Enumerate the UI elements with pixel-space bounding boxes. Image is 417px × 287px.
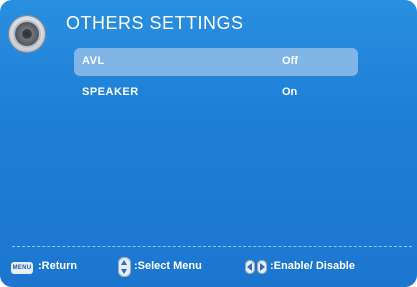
menu-item-avl[interactable]: AVL Off (74, 48, 358, 76)
menu-item-speaker[interactable]: SPEAKER On (74, 79, 358, 107)
right-arrow-key-icon (257, 260, 267, 274)
up-down-key-icon (118, 257, 131, 277)
menu-key-icon: MENU (11, 262, 33, 274)
left-arrow-key-icon (245, 260, 255, 274)
osd-header: OTHERS SETTINGS (0, 0, 417, 53)
return-hint: :Return (38, 260, 78, 272)
page-title: OTHERS SETTINGS (66, 13, 244, 33)
left-arrow-icon (247, 263, 252, 271)
speaker-cone (22, 29, 32, 39)
speaker-icon (8, 15, 46, 53)
right-arrow-icon (260, 263, 265, 271)
footer-divider (12, 246, 412, 247)
footer-help-bar: MENU :Return :Select Menu :Enable/ Disab… (0, 255, 417, 281)
enable-disable-hint: :Enable/ Disable (270, 260, 355, 272)
menu-item-label: SPEAKER (82, 86, 139, 98)
menu-item-value: On (282, 86, 298, 98)
select-menu-hint: :Select Menu (134, 260, 202, 272)
down-arrow-icon (121, 269, 127, 274)
menu-item-label: AVL (82, 55, 105, 67)
menu-item-value: Off (282, 55, 298, 67)
up-arrow-icon (121, 260, 127, 265)
osd-screen: OTHERS SETTINGS AVL Off SPEAKER On MENU … (0, 0, 417, 287)
